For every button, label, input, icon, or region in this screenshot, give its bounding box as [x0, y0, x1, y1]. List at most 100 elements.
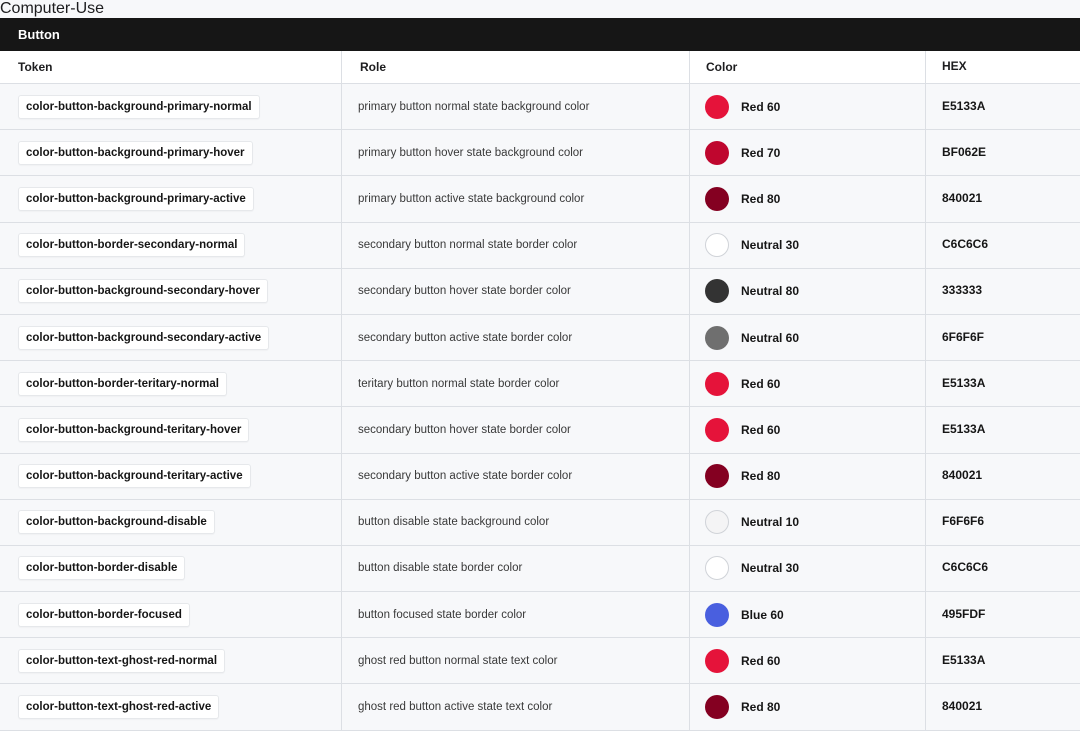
token-cell: color-button-background-primary-hover: [0, 130, 342, 176]
role-cell: ghost red button active state text color: [342, 684, 690, 730]
token-cell: color-button-background-primary-normal: [0, 84, 342, 130]
token-chip[interactable]: color-button-background-teritary-hover: [18, 417, 250, 442]
color-swatch: [705, 186, 729, 211]
color-name: Red 60: [741, 99, 781, 114]
color-name: Red 60: [741, 653, 781, 668]
color-name: Red 80: [741, 700, 781, 715]
hex-cell: 6F6F6F: [942, 329, 985, 344]
role-cell: secondary button hover state border colo…: [342, 407, 690, 453]
table-row: color-button-border-disable button disabl…: [0, 545, 1080, 593]
color-name: Neutral 10: [741, 515, 800, 530]
table-row: color-button-background-teritary-hover se…: [0, 407, 1080, 454]
role-cell: secondary button hover state border colo…: [342, 268, 690, 314]
token-cell: color-button-background-disable: [0, 499, 342, 545]
hex-cell: 333333: [942, 283, 983, 298]
table-row: color-button-border-secondary-normal seco…: [0, 222, 1080, 269]
color-cell: Red 80: [690, 176, 926, 222]
token-chip[interactable]: color-button-border-secondary-normal: [18, 233, 246, 258]
header-token: Token: [0, 51, 342, 83]
color-name: Red 60: [741, 422, 781, 437]
color-name: Red 60: [741, 376, 781, 391]
token-table: Token Role Color HEX color-button-backgr…: [0, 51, 1080, 731]
token-chip[interactable]: color-button-background-primary-active: [18, 186, 254, 211]
role-cell: primary button hover state background co…: [342, 130, 690, 176]
hex-cell: E5133A: [942, 375, 986, 390]
color-cell: Neutral 10: [690, 499, 926, 545]
color-cell: Red 60: [690, 638, 926, 684]
token-chip[interactable]: color-button-background-primary-hover: [18, 140, 253, 165]
hex-cell: F6F6F6: [942, 514, 985, 529]
hex-cell: E5133A: [942, 652, 986, 667]
role-cell: secondary button normal state border col…: [342, 222, 690, 268]
color-cell: Blue 60: [690, 592, 926, 638]
color-swatch: [705, 140, 729, 165]
color-swatch: [705, 695, 729, 720]
token-chip[interactable]: color-button-background-disable: [18, 510, 215, 535]
hex-cell: E5133A: [942, 98, 986, 113]
table-row: color-button-background-teritary-active s…: [0, 453, 1080, 500]
table-row: color-button-border-teritary-normal terit…: [0, 361, 1080, 408]
color-name: Neutral 30: [741, 238, 800, 253]
token-chip[interactable]: color-button-border-disable: [18, 556, 186, 581]
table-row: color-button-background-disable button di…: [0, 499, 1080, 546]
token-chip[interactable]: color-button-border-focused: [18, 602, 190, 627]
token-cell: color-button-background-secondary-hover: [0, 268, 342, 314]
token-cell: color-button-text-ghost-red-active: [0, 684, 342, 730]
table-row: color-button-background-primary-active pr…: [0, 176, 1080, 223]
table-row: color-button-background-primary-hover pri…: [0, 130, 1080, 177]
color-swatch: [705, 279, 729, 304]
token-cell: color-button-border-secondary-normal: [0, 222, 342, 268]
hex-cell: BF062E: [942, 144, 987, 159]
token-chip[interactable]: color-button-background-primary-normal: [18, 94, 260, 119]
color-cell: Red 60: [690, 407, 926, 453]
hex-cell: C6C6C6: [942, 237, 989, 252]
color-cell: Neutral 30: [690, 545, 926, 592]
section-title-bar: Button: [0, 18, 1080, 51]
table-header-row: Token Role Color HEX: [0, 51, 1080, 84]
color-name: Neutral 60: [741, 330, 800, 345]
color-swatch: [705, 325, 729, 350]
color-cell: Red 60: [690, 84, 926, 130]
role-cell: ghost red button normal state text color: [342, 638, 690, 684]
color-cell: Red 80: [690, 453, 926, 499]
table-row: color-button-background-primary-normal pr…: [0, 84, 1080, 131]
token-chip[interactable]: color-button-background-secondary-hover: [18, 279, 268, 304]
color-swatch: [705, 648, 729, 673]
token-cell: color-button-text-ghost-red-normal: [0, 638, 342, 684]
token-cell: color-button-background-teritary-active: [0, 453, 342, 499]
hex-cell: 495FDF: [942, 606, 986, 621]
header-hex: HEX: [942, 59, 967, 73]
token-cell: color-button-background-secondary-active: [0, 314, 342, 361]
token-cell: color-button-border-disable: [0, 545, 342, 592]
hex-cell: 840021: [942, 468, 983, 483]
color-swatch: [705, 94, 729, 119]
token-chip[interactable]: color-button-background-teritary-active: [18, 464, 251, 489]
hex-cell: 840021: [942, 190, 983, 205]
role-cell: button focused state border color: [342, 592, 690, 638]
role-cell: teritary button normal state border colo…: [342, 361, 690, 407]
color-swatch: [705, 371, 729, 396]
color-swatch: [705, 556, 729, 581]
table-row: color-button-border-focused button focuse…: [0, 592, 1080, 639]
token-chip[interactable]: color-button-text-ghost-red-active: [18, 695, 220, 720]
table-row: color-button-text-ghost-red-active ghost …: [0, 684, 1080, 731]
role-cell: secondary button active state border col…: [342, 453, 690, 499]
token-chip[interactable]: color-button-background-secondary-active: [18, 325, 270, 350]
color-cell: Neutral 30: [690, 222, 926, 268]
color-cell: Neutral 60: [690, 314, 926, 361]
hex-cell: E5133A: [942, 421, 986, 436]
color-cell: Red 80: [690, 684, 926, 730]
color-name: Red 80: [741, 469, 781, 484]
role-cell: primary button active state background c…: [342, 176, 690, 222]
token-cell: color-button-background-teritary-hover: [0, 407, 342, 453]
header-color: Color: [690, 51, 926, 83]
role-cell: button disable state background color: [342, 499, 690, 545]
color-swatch: [705, 464, 729, 489]
color-name: Red 80: [741, 191, 781, 206]
table-row: color-button-background-secondary-hover s…: [0, 268, 1080, 315]
token-chip[interactable]: color-button-text-ghost-red-normal: [18, 648, 226, 673]
color-cell: Red 70: [690, 130, 926, 176]
section-title: Button: [18, 27, 60, 42]
token-chip[interactable]: color-button-border-teritary-normal: [18, 371, 227, 396]
token-cell: color-button-border-focused: [0, 592, 342, 638]
